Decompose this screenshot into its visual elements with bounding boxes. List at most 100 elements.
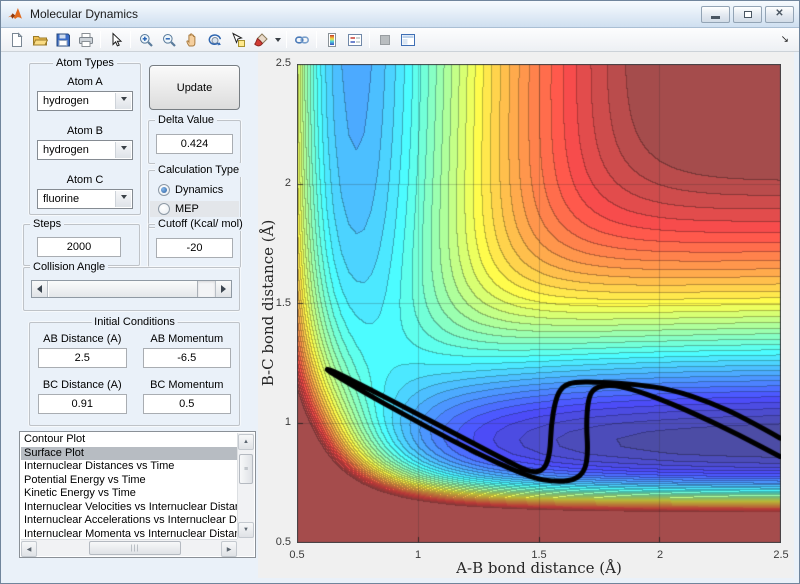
arrow-right-icon: ▶ [227, 546, 232, 553]
new-document-icon [9, 32, 25, 48]
horizontal-scroll-thumb[interactable]: ||| [89, 541, 181, 555]
ic-field[interactable] [38, 348, 127, 368]
list-item[interactable]: Internuclear Distances vs Time [21, 460, 237, 474]
collision-angle-slider[interactable] [31, 280, 232, 298]
calculation-type-title: Calculation Type [155, 163, 242, 177]
atom-a-dropdown[interactable]: hydrogen [37, 91, 133, 111]
brush-menu-arrow-button[interactable] [272, 29, 283, 50]
dock-figure-arrow-icon[interactable]: ↘ [781, 34, 789, 45]
atom-b-selected-value: hydrogen [43, 144, 89, 156]
list-item[interactable]: Internuclear Momenta vs Internuclear Dis… [21, 528, 237, 540]
y-tick-label: 2.5 [255, 57, 291, 69]
y-tick-label: 2 [255, 177, 291, 189]
pointer-tool-button[interactable] [104, 29, 127, 50]
window-title: Molecular Dynamics [30, 7, 701, 21]
zoom-out-button[interactable] [157, 29, 180, 50]
restore-button[interactable] [733, 6, 762, 23]
matlab-figure-icon [6, 5, 24, 23]
zoom-out-icon [161, 32, 177, 48]
thumb-grip-icon: ||| [131, 545, 139, 552]
ic-field[interactable] [143, 394, 232, 414]
potential-surface-plot[interactable] [297, 64, 781, 543]
list-item[interactable]: Surface Plot [21, 447, 237, 461]
ic-label: BC Distance (A) [38, 379, 127, 391]
list-item[interactable]: Internuclear Velocities vs Internuclear … [21, 501, 237, 515]
scroll-down-button[interactable]: ▼ [238, 522, 254, 538]
legend-icon [347, 32, 363, 48]
chevron-down-icon[interactable] [115, 93, 131, 109]
open-folder-icon [32, 32, 48, 48]
rotate-3d-button[interactable] [203, 29, 226, 50]
steps-title: Steps [30, 217, 64, 231]
initial-conditions-group: Initial Conditions AB Distance (A)AB Mom… [29, 322, 240, 426]
ic-field[interactable] [143, 348, 232, 368]
brush-tool-button[interactable] [249, 29, 272, 50]
brush-icon [253, 32, 269, 48]
title-bar[interactable]: Molecular Dynamics ✕ [1, 1, 799, 28]
atom-b-label: Atom B [37, 125, 133, 137]
zoom-in-button[interactable] [134, 29, 157, 50]
plot-type-listbox[interactable]: Contour PlotSurface PlotInternuclear Dis… [19, 431, 256, 558]
figure-toolbar: ↘ [1, 28, 799, 52]
radio-mep[interactable]: MEP [150, 201, 239, 217]
chevron-down-icon [275, 38, 281, 45]
restore-icon [744, 11, 752, 18]
atom-c-selected-value: fluorine [43, 193, 79, 205]
listbox-vertical-scrollbar[interactable]: ▲ ≡ ▼ [237, 433, 254, 539]
scroll-left-button[interactable]: ◀ [21, 541, 37, 557]
chevron-down-icon[interactable] [115, 142, 131, 158]
scroll-up-button[interactable]: ▲ [238, 434, 254, 450]
x-axis-label: A-B bond distance (Å) [456, 559, 622, 577]
open-file-button[interactable] [28, 29, 51, 50]
atom-types-title: Atom Types [53, 56, 117, 70]
show-plot-tools-dock-button[interactable] [396, 29, 419, 50]
list-item[interactable]: Contour Plot [21, 433, 237, 447]
y-tick-label: 1 [255, 416, 291, 428]
cutoff-field[interactable] [156, 238, 233, 258]
x-tick-label: 0.5 [289, 549, 304, 561]
zoom-in-icon [138, 32, 154, 48]
x-tick-label: 2.5 [773, 549, 788, 561]
save-figure-button[interactable] [51, 29, 74, 50]
atom-b-dropdown[interactable]: hydrogen [37, 140, 133, 160]
radio-button-icon[interactable] [158, 203, 170, 215]
close-button[interactable]: ✕ [765, 6, 794, 23]
arrow-right-icon [221, 285, 230, 293]
collision-angle-group: Collision Angle [23, 267, 240, 311]
print-figure-button[interactable] [74, 29, 97, 50]
data-cursor-button[interactable] [226, 29, 249, 50]
insert-colorbar-button[interactable] [320, 29, 343, 50]
minimize-icon [711, 16, 720, 19]
list-item[interactable]: Potential Energy vs Time [21, 474, 237, 488]
slider-track[interactable] [198, 281, 215, 297]
new-figure-button[interactable] [5, 29, 28, 50]
radio-dynamics[interactable]: Dynamics [150, 182, 239, 198]
delta-value-group: Delta Value [148, 120, 241, 164]
vertical-scroll-thumb[interactable]: ≡ [239, 454, 253, 484]
atom-c-dropdown[interactable]: fluorine [37, 189, 133, 209]
delta-value-field[interactable] [156, 134, 233, 154]
list-item[interactable]: Kinetic Energy vs Time [21, 487, 237, 501]
steps-field[interactable] [37, 237, 121, 257]
slider-thumb[interactable] [48, 281, 198, 297]
radio-button-icon[interactable] [158, 184, 170, 196]
close-icon: ✕ [775, 9, 783, 19]
hide-plot-tools-button[interactable] [373, 29, 396, 50]
arrow-up-icon: ▲ [243, 439, 249, 445]
link-plot-button[interactable] [290, 29, 313, 50]
chevron-down-icon[interactable] [115, 191, 131, 207]
pan-tool-button[interactable] [180, 29, 203, 50]
collision-angle-title: Collision Angle [30, 260, 108, 274]
slider-right-arrow-button[interactable] [215, 281, 231, 297]
toolbar-separator [130, 31, 131, 48]
ic-label: AB Distance (A) [38, 333, 127, 345]
scroll-right-button[interactable]: ▶ [221, 541, 237, 557]
listbox-horizontal-scrollbar[interactable]: ◀ ||| ▶ [21, 539, 237, 556]
ic-field[interactable] [38, 394, 127, 414]
insert-legend-button[interactable] [343, 29, 366, 50]
dock-figure-icon [400, 32, 416, 48]
slider-left-arrow-button[interactable] [32, 281, 48, 297]
minimize-button[interactable] [701, 6, 730, 23]
update-button[interactable]: Update [149, 65, 240, 110]
list-item[interactable]: Internuclear Accelerations vs Internucle… [21, 514, 237, 528]
